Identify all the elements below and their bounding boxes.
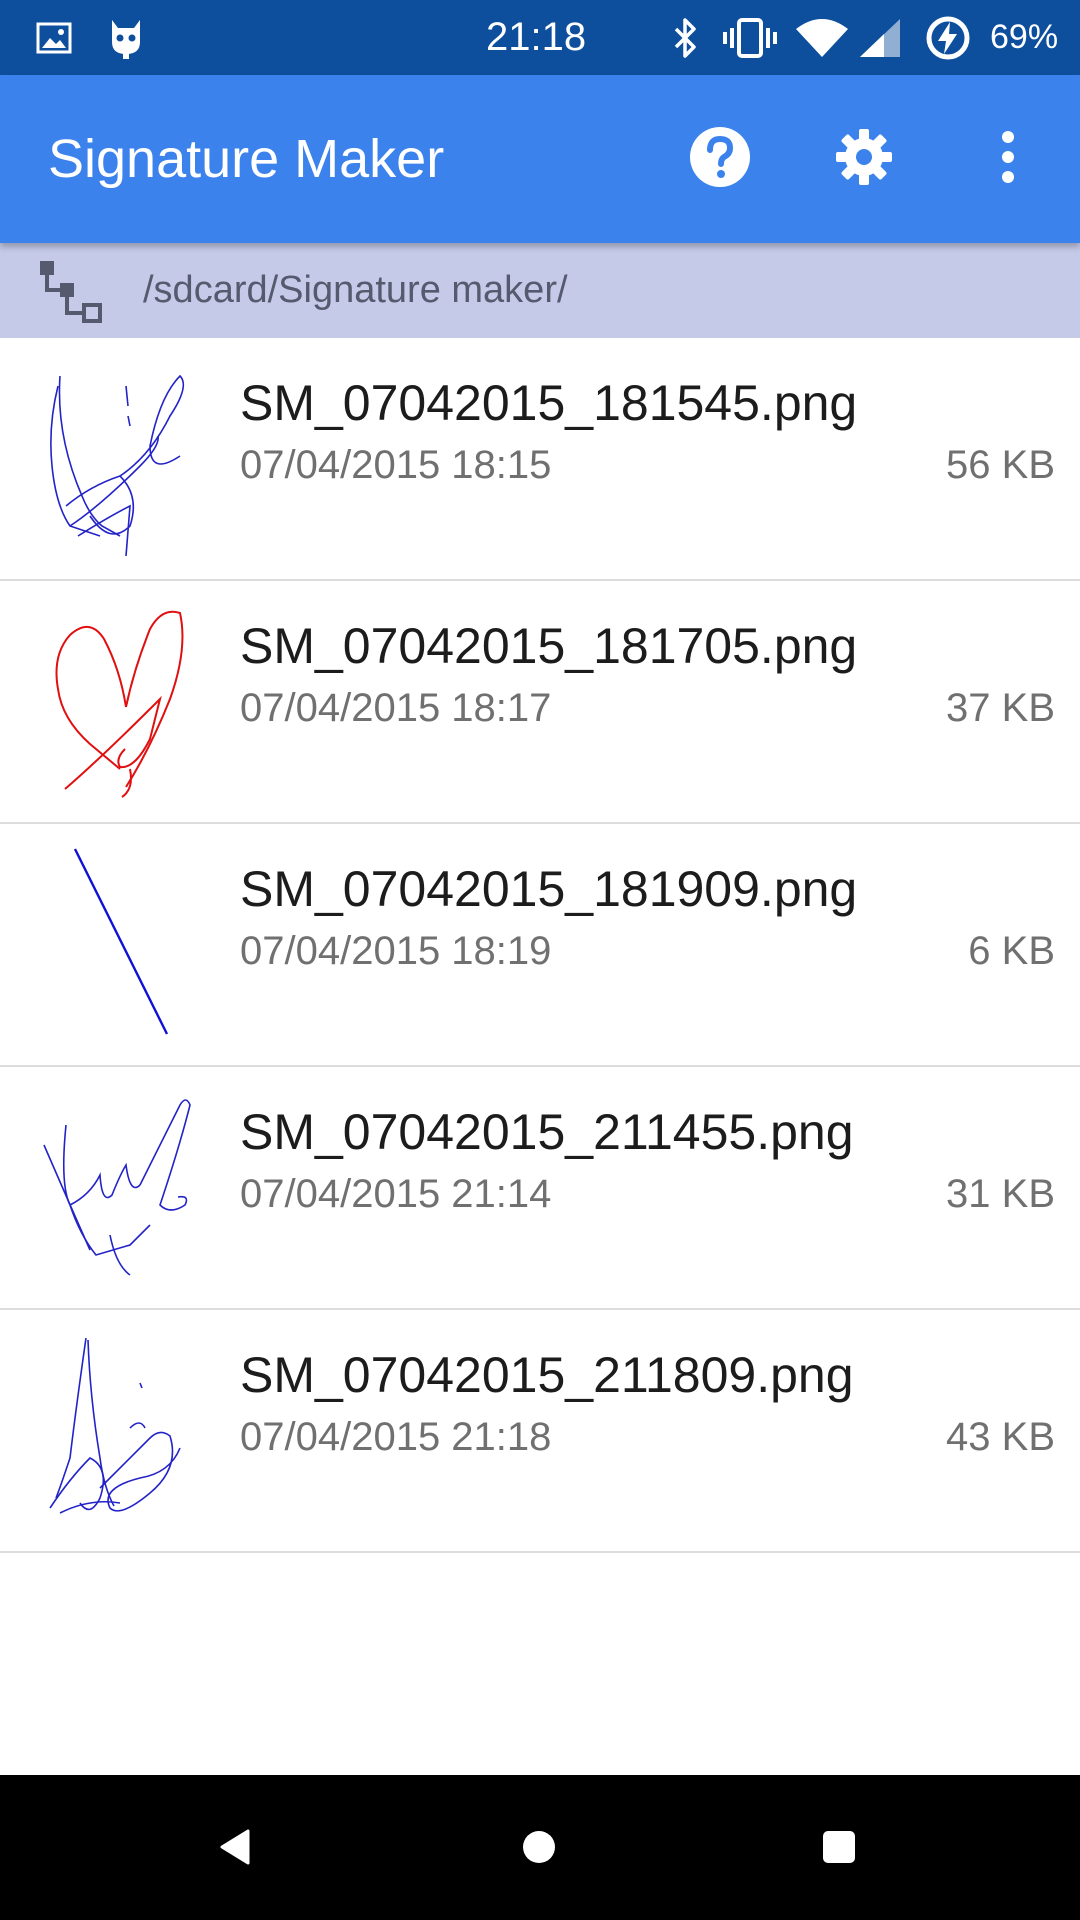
status-bar: 21:18 69% bbox=[0, 0, 1080, 75]
back-icon bbox=[216, 1827, 256, 1872]
signature-thumbnail bbox=[30, 842, 210, 1047]
folder-tree-icon bbox=[38, 259, 106, 330]
file-name: SM_07042015_211455.png bbox=[240, 1104, 854, 1160]
file-list: SM_07042015_181545.png 07/04/2015 18:15 … bbox=[0, 338, 1080, 1553]
file-list-item[interactable]: SM_07042015_211809.png 07/04/2015 21:18 … bbox=[0, 1310, 1080, 1553]
path-bar[interactable]: /sdcard/Signature maker/ bbox=[0, 243, 1080, 338]
overflow-menu-button[interactable] bbox=[970, 121, 1046, 197]
battery-percent: 69% bbox=[990, 18, 1059, 56]
app-title: Signature Maker bbox=[48, 129, 445, 189]
file-size: 43 KB bbox=[946, 1415, 1055, 1459]
signature-thumbnail bbox=[30, 1085, 210, 1290]
bluetooth-icon bbox=[670, 0, 700, 75]
status-time: 21:18 bbox=[486, 15, 587, 59]
recents-icon bbox=[819, 1827, 859, 1872]
file-date: 07/04/2015 18:19 bbox=[240, 929, 552, 973]
signature-thumbnail bbox=[30, 356, 210, 561]
overflow-menu-icon bbox=[998, 130, 1018, 189]
file-date: 07/04/2015 21:14 bbox=[240, 1172, 552, 1216]
file-name: SM_07042015_211809.png bbox=[240, 1347, 854, 1403]
file-date: 07/04/2015 18:15 bbox=[240, 443, 552, 487]
file-list-item[interactable]: SM_07042015_211455.png 07/04/2015 21:14 … bbox=[0, 1067, 1080, 1310]
gallery-icon bbox=[36, 0, 72, 75]
help-button[interactable] bbox=[682, 121, 758, 197]
signature-thumbnail bbox=[30, 1328, 210, 1533]
home-button[interactable] bbox=[501, 1811, 577, 1887]
help-icon bbox=[689, 126, 751, 193]
file-date: 07/04/2015 21:18 bbox=[240, 1415, 552, 1459]
file-list-item[interactable]: SM_07042015_181705.png 07/04/2015 18:17 … bbox=[0, 581, 1080, 824]
file-date: 07/04/2015 18:17 bbox=[240, 686, 552, 730]
signature-thumbnail bbox=[30, 599, 210, 804]
file-name: SM_07042015_181545.png bbox=[240, 375, 858, 431]
cyanogen-icon bbox=[106, 0, 146, 75]
vibrate-icon bbox=[722, 0, 778, 75]
current-path: /sdcard/Signature maker/ bbox=[143, 269, 568, 311]
settings-button[interactable] bbox=[826, 121, 902, 197]
navigation-bar bbox=[0, 1775, 1080, 1920]
back-button[interactable] bbox=[198, 1811, 274, 1887]
file-list-item[interactable]: SM_07042015_181909.png 07/04/2015 18:19 … bbox=[0, 824, 1080, 1067]
file-size: 6 KB bbox=[968, 929, 1055, 973]
signal-icon bbox=[858, 0, 902, 75]
recents-button[interactable] bbox=[801, 1811, 877, 1887]
file-size: 56 KB bbox=[946, 443, 1055, 487]
home-icon bbox=[519, 1827, 559, 1872]
gear-icon bbox=[835, 128, 893, 191]
file-name: SM_07042015_181705.png bbox=[240, 618, 858, 674]
file-list-item[interactable]: SM_07042015_181545.png 07/04/2015 18:15 … bbox=[0, 338, 1080, 581]
app-bar: Signature Maker bbox=[0, 75, 1080, 243]
wifi-icon bbox=[794, 0, 850, 75]
battery-charging-icon bbox=[924, 0, 972, 75]
file-size: 37 KB bbox=[946, 686, 1055, 730]
file-size: 31 KB bbox=[946, 1172, 1055, 1216]
file-name: SM_07042015_181909.png bbox=[240, 861, 858, 917]
